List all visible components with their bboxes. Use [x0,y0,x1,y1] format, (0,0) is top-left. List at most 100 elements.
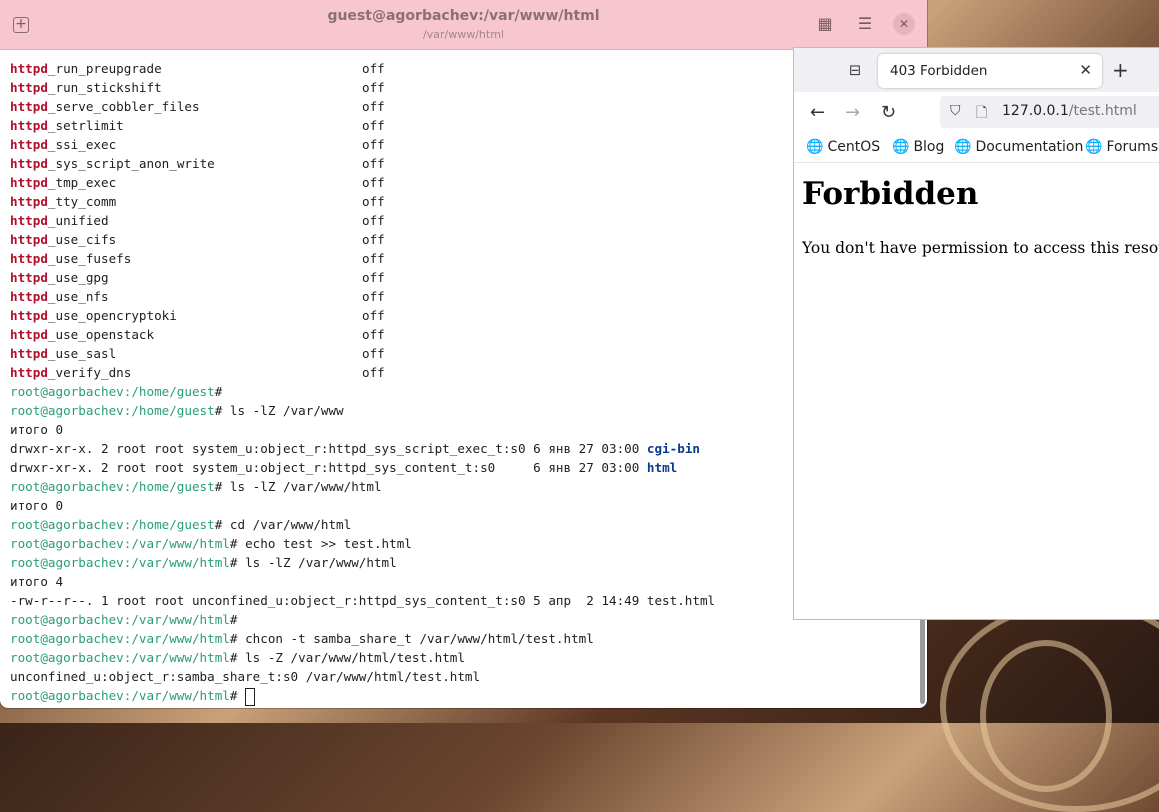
shield-icon[interactable]: ⛉ [950,103,961,119]
terminal-cursor [245,687,256,706]
boolean-name: _unified [47,213,109,228]
selinux-boolean-row: httpd_verify_dns off [10,363,927,382]
boolean-prefix: httpd [10,327,48,342]
boolean-name: _tty_comm [47,194,117,209]
boolean-prefix: httpd [10,61,48,76]
boolean-value: off [362,289,385,304]
boolean-value: off [362,61,385,76]
selinux-boolean-row: httpd_setrlimit off [10,116,927,135]
selinux-boolean-row: httpd_tty_comm off [10,192,927,211]
boolean-name: _sys_script_anon_write [47,156,215,171]
bookmark-forums[interactable]: 🌐 Forums [1085,139,1158,155]
terminal-title: guest@agorbachev:/var/www/html [327,8,600,24]
back-arrow-icon[interactable]: ← [810,102,825,123]
boolean-name: _setrlimit [47,118,124,133]
globe-icon: 🌐 [806,139,824,155]
grid-view-icon[interactable]: ▦ [814,13,836,35]
boolean-prefix: httpd [10,118,48,133]
terminal-line: root@agorbachev:/var/www/html# [10,612,238,627]
terminal-line: root@agorbachev:/var/www/html# echo test… [10,536,412,551]
boolean-value: off [362,213,385,228]
page-heading: Forbidden [802,176,979,212]
boolean-prefix: httpd [10,156,48,171]
selinux-boolean-row: httpd_use_nfs off [10,287,927,306]
wallpaper-stroke [980,640,1112,792]
new-tab-plus-icon[interactable]: + [1112,58,1129,82]
dir-name: cgi-bin [646,441,700,456]
boolean-prefix: httpd [10,232,48,247]
selinux-boolean-row: httpd_serve_cobbler_files off [10,97,927,116]
boolean-name: _use_cifs [47,232,117,247]
globe-icon: 🌐 [954,139,972,155]
close-icon[interactable]: ✕ [893,13,915,35]
boolean-name: _use_openstack [47,327,155,342]
terminal-line: root@agorbachev:/home/guest# cd /var/www… [10,517,352,532]
reload-icon[interactable]: ↻ [881,102,896,123]
boolean-prefix: httpd [10,365,48,380]
globe-icon: 🌐 [892,139,910,155]
boolean-value: off [362,308,385,323]
boolean-value: off [362,346,385,361]
terminal-line[interactable]: root@agorbachev:/var/www/html# [10,686,927,706]
boolean-prefix: httpd [10,308,48,323]
terminal-header[interactable]: + guest@agorbachev:/var/www/html /var/ww… [0,0,927,50]
boolean-value: off [362,251,385,266]
selinux-boolean-row: httpd_sys_script_anon_write off [10,154,927,173]
boolean-name: _use_gpg [47,270,109,285]
boolean-value: off [362,137,385,152]
boolean-value: off [362,327,385,342]
boolean-value: off [362,118,385,133]
dir-name: html [646,460,678,475]
url-text[interactable]: 127.0.0.1/test.html [1002,103,1137,119]
url-bar[interactable]: ⛉ 🗋 127.0.0.1/test.html [940,96,1159,128]
boolean-value: off [362,270,385,285]
boolean-name: _run_stickshift [47,80,162,95]
boolean-name: _use_fusefs [47,251,132,266]
boolean-name: _tmp_exec [47,175,117,190]
selinux-boolean-row: httpd_tmp_exec off [10,173,927,192]
terminal-line: root@agorbachev:/home/guest# ls -lZ /var… [10,403,344,418]
hamburger-menu-icon[interactable]: ☰ [854,13,876,35]
boolean-prefix: httpd [10,346,48,361]
terminal-output[interactable]: httpd_run_preupgrade off httpd_run_sticksh… [10,59,927,708]
bookmark-centos[interactable]: 🌐 CentOS [806,139,880,155]
close-icon[interactable]: ✕ [1079,61,1092,79]
selinux-boolean-row: httpd_unified off [10,211,927,230]
selinux-boolean-row: httpd_run_stickshift off [10,78,927,97]
boolean-value: off [362,194,385,209]
terminal-window[interactable]: + guest@agorbachev:/var/www/html /var/ww… [0,0,927,708]
boolean-prefix: httpd [10,194,48,209]
boolean-prefix: httpd [10,137,48,152]
boolean-prefix: httpd [10,99,48,114]
terminal-line: drwxr-xr-x. 2 root root system_u:object_… [10,460,678,475]
tab-title: 403 Forbidden [890,63,988,79]
terminal-line: итого 0 [10,498,64,513]
boolean-prefix: httpd [10,80,48,95]
selinux-boolean-row: httpd_use_openstack off [10,325,927,344]
boolean-value: off [362,175,385,190]
forward-arrow-icon[interactable]: → [845,102,860,123]
boolean-name: _ssi_exec [47,137,117,152]
page-icon[interactable]: 🗋 [976,102,987,126]
tab-list-icon[interactable]: ⊟ [846,61,864,79]
terminal-line: root@agorbachev:/home/guest# [10,384,223,399]
boolean-value: off [362,232,385,247]
bookmark-documentation[interactable]: 🌐 Documentation [954,139,1083,155]
boolean-value: off [362,365,385,380]
globe-icon: 🌐 [1085,139,1103,155]
tab-403-forbidden[interactable]: 403 Forbidden ✕ [878,54,1102,88]
boolean-name: _use_nfs [47,289,109,304]
bookmark-blog[interactable]: 🌐 Blog [892,139,944,155]
terminal-subtitle: /var/www/html [423,28,504,41]
terminal-line: -rw-r--r--. 1 root root unconfined_u:obj… [10,593,716,608]
boolean-prefix: httpd [10,251,48,266]
terminal-line: root@agorbachev:/var/www/html# ls -Z /va… [10,650,465,665]
boolean-name: _run_preupgrade [47,61,162,76]
boolean-value: off [362,99,385,114]
selinux-boolean-row: httpd_run_preupgrade off [10,59,927,78]
page-message: You don't have permission to access this… [802,239,1159,257]
selinux-boolean-row: httpd_use_sasl off [10,344,927,363]
browser-tabbar: ⊟ 403 Forbidden ✕ + [794,48,1159,92]
selinux-boolean-row: httpd_use_cifs off [10,230,927,249]
browser-window[interactable]: ⊟ 403 Forbidden ✕ + ← → ↻ ⛉ 🗋 127.0.0.1/… [793,47,1159,620]
